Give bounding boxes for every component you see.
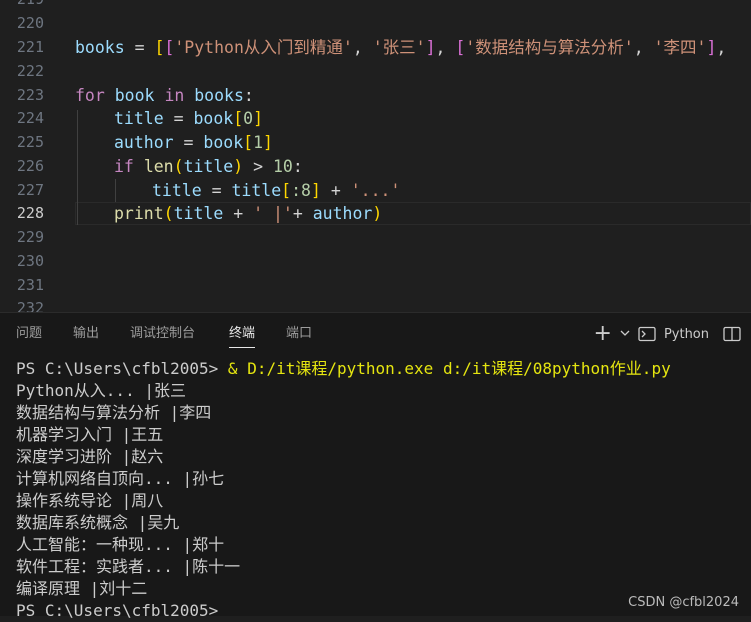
line-number: 222 — [16, 62, 44, 80]
code-editor[interactable]: 219 220 221 books = [['Python从入门到精通', '张… — [0, 0, 751, 312]
terminal-output-line: 操作系统导论 |周八 — [16, 491, 164, 510]
code-text: if len(title) > 10: — [114, 157, 303, 176]
code-text: books = [['Python从入门到精通', '张三'], ['数据结构与… — [75, 38, 727, 57]
bottom-panel: 问题 输出 调试控制台 终端 端口 + Python PS C:\Users\c… — [0, 312, 751, 620]
line-number: 224 — [16, 109, 44, 127]
terminal-toolbar: + Python — [594, 323, 742, 345]
line-number: 223 — [16, 86, 44, 104]
code-line[interactable]: 228 print(title + ' |'+ author) — [0, 202, 751, 225]
tab-ports[interactable]: 端口 — [286, 325, 312, 347]
terminal-shell-icon[interactable] — [638, 326, 656, 342]
code-text: print(title + ' |'+ author) — [114, 204, 383, 223]
terminal-output-line: 数据库系统概念 |吴九 — [16, 513, 180, 532]
terminal-output-line: 软件工程：实践者... |陈十一 — [16, 557, 241, 576]
code-text: for book in books: — [75, 86, 254, 105]
line-number: 231 — [16, 276, 44, 294]
line-number: 221 — [16, 38, 44, 56]
code-text: title = book[0] — [114, 109, 264, 128]
terminal-output-line: 人工智能：一种现... |郑十 — [16, 535, 225, 554]
line-number: 228 — [16, 204, 44, 222]
add-terminal-icon[interactable]: + — [594, 323, 612, 345]
code-line[interactable]: 231 — [0, 274, 751, 297]
line-number: 220 — [16, 14, 44, 32]
watermark: CSDN @cfbl2024 — [628, 595, 739, 610]
line-number: 227 — [16, 181, 44, 199]
code-text: author = book[1] — [114, 133, 273, 152]
terminal-output-line: 机器学习入门 |王五 — [16, 425, 164, 444]
code-text: title = title[:8] + '...' — [152, 181, 401, 200]
terminal-shell-label[interactable]: Python — [664, 327, 709, 342]
line-number: 230 — [16, 252, 44, 270]
terminal-output-line: 数据结构与算法分析 |李四 — [16, 403, 212, 422]
code-line[interactable]: 223 for book in books: — [0, 84, 751, 107]
line-number: 232 — [16, 299, 44, 312]
line-number: 226 — [16, 157, 44, 175]
split-terminal-icon[interactable] — [723, 326, 741, 342]
code-line[interactable]: 221 books = [['Python从入门到精通', '张三'], ['数… — [0, 36, 751, 59]
terminal-output-line: 计算机网络自顶向... |孙七 — [16, 469, 225, 488]
terminal-prompt-line: PS C:\Users\cfbl2005> — [16, 601, 219, 620]
terminal-output-line: Python从入... |张三 — [16, 381, 186, 400]
tab-debug-console[interactable]: 调试控制台 — [130, 325, 195, 347]
panel-tabs: 问题 输出 调试控制台 终端 端口 + Python — [0, 313, 751, 355]
code-line[interactable]: 220 — [0, 12, 751, 35]
chevron-down-icon[interactable] — [620, 327, 630, 342]
code-line[interactable]: 224 title = book[0] — [0, 107, 751, 130]
code-line[interactable]: 219 — [0, 0, 751, 11]
code-line[interactable]: 229 — [0, 226, 751, 249]
line-number: 225 — [16, 133, 44, 151]
tab-terminal[interactable]: 终端 — [229, 325, 256, 348]
terminal-output-line: 深度学习进阶 |赵六 — [16, 447, 164, 466]
tab-output[interactable]: 输出 — [73, 325, 99, 347]
code-line[interactable]: 226 if len(title) > 10: — [0, 155, 751, 178]
code-line[interactable]: 227 title = title[:8] + '...' — [0, 179, 751, 202]
terminal-output-line: 编译原理 |刘十二 — [16, 579, 148, 598]
line-number: 229 — [16, 228, 44, 246]
code-line[interactable]: 225 author = book[1] — [0, 131, 751, 154]
tab-problems[interactable]: 问题 — [16, 325, 42, 347]
code-line[interactable]: 232 — [0, 297, 751, 312]
terminal-command-line: PS C:\Users\cfbl2005> & D:/it课程/python.e… — [16, 359, 671, 378]
code-line[interactable]: 230 — [0, 250, 751, 273]
code-line[interactable]: 222 — [0, 60, 751, 83]
line-number: 219 — [0, 0, 44, 11]
